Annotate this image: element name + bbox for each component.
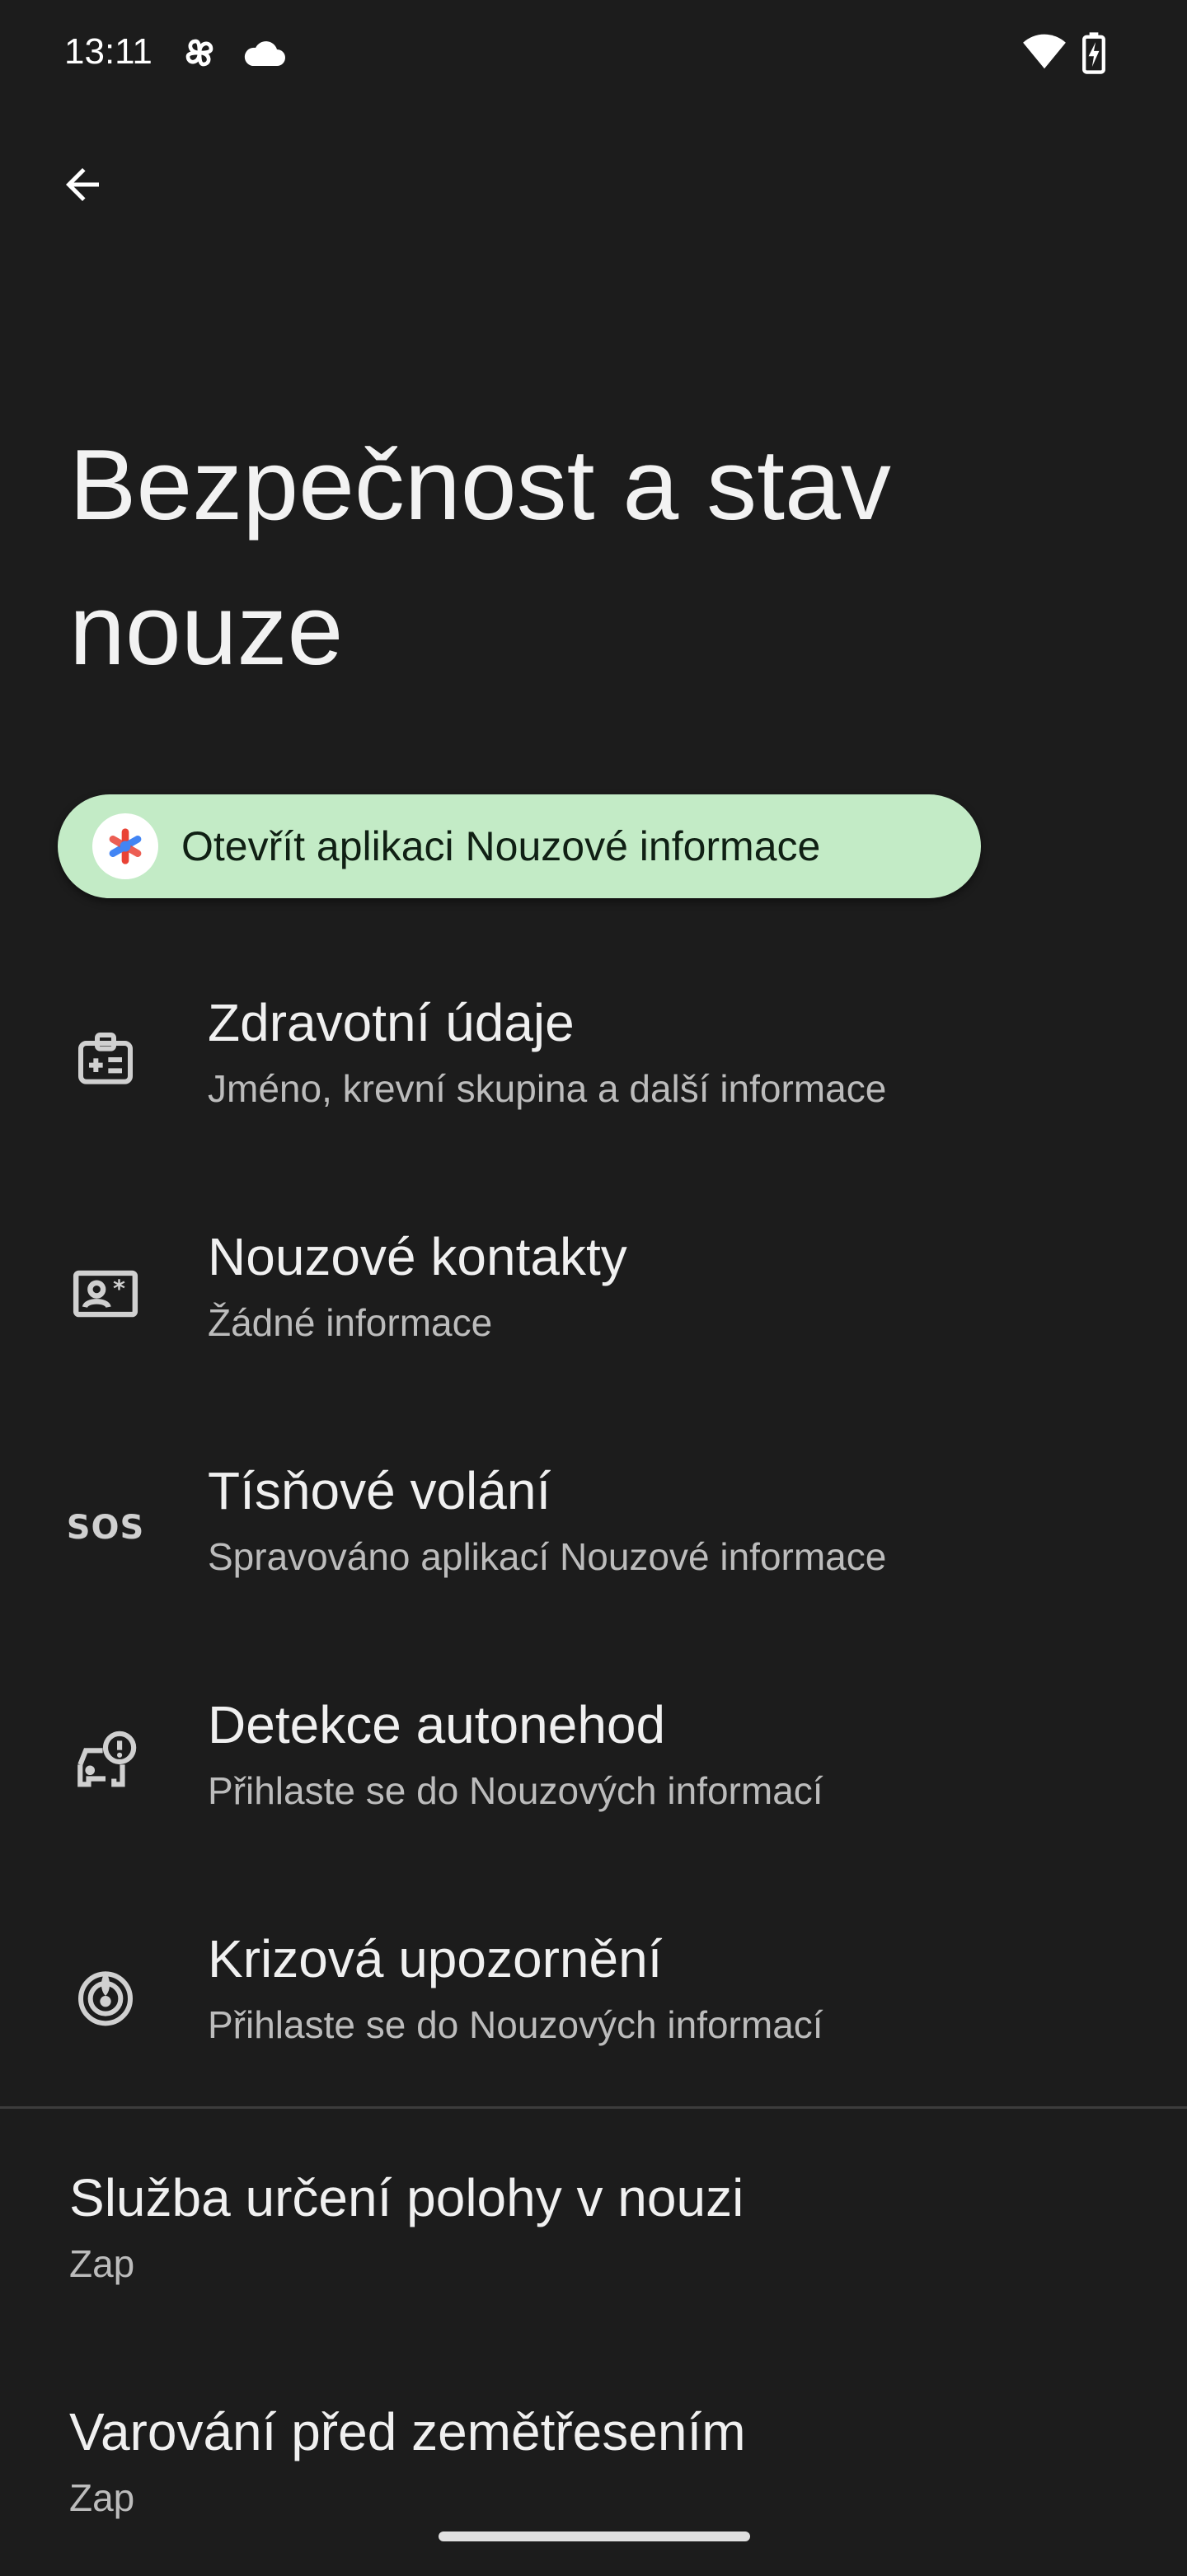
setting-value: Zap <box>69 2242 135 2285</box>
item-subtitle: Přihlaste se do Nouzových informací <box>208 1769 823 1812</box>
item-title: Tísňové volání <box>208 1461 551 1520</box>
item-subtitle: Jméno, krevní skupina a další informace <box>208 1067 887 1110</box>
svg-text:*: * <box>113 1275 125 1303</box>
list-item-crisis-alerts[interactable]: Krizová upozornění Přihlaste se do Nouzo… <box>0 1879 1187 2113</box>
setting-emergency-location-service[interactable]: Služba určení polohy v nouzi Zap <box>0 2108 1187 2342</box>
car-crash-icon <box>66 1722 145 1801</box>
emergency-info-app-icon <box>92 813 158 879</box>
sos-icon: SOS <box>66 1488 145 1567</box>
page-title: Bezpečnost a stav nouze <box>69 429 891 686</box>
sos-icon-text: SOS <box>66 1509 145 1547</box>
gesture-nav-handle[interactable] <box>439 2532 750 2541</box>
setting-title: Varování před zemětřesením <box>69 2402 746 2461</box>
setting-value: Zap <box>69 2476 135 2519</box>
item-subtitle: Spravováno aplikací Nouzové informace <box>208 1535 887 1578</box>
list-item-emergency-contacts[interactable]: * Nouzové kontakty Žádné informace <box>0 1177 1187 1411</box>
status-time: 13:11 <box>64 31 152 72</box>
battery-charging-icon <box>1081 31 1106 78</box>
arrow-back-icon <box>58 160 107 213</box>
status-bar: 13:11 <box>0 0 1187 107</box>
chip-label: Otevřít aplikaci Nouzové informace <box>181 823 821 869</box>
cloud-icon <box>241 36 287 73</box>
pinwheel-icon <box>176 30 223 80</box>
item-subtitle: Přihlaste se do Nouzových informací <box>208 2003 823 2046</box>
list-item-emergency-sos[interactable]: SOS Tísňové volání Spravováno aplikací N… <box>0 1411 1187 1645</box>
item-title: Nouzové kontakty <box>208 1227 627 1286</box>
list-item-medical-info[interactable]: Zdravotní údaje Jméno, krevní skupina a … <box>0 943 1187 1177</box>
wifi-icon <box>1022 33 1067 75</box>
crisis-alert-icon <box>66 1956 145 2035</box>
item-title: Zdravotní údaje <box>208 993 575 1052</box>
setting-title: Služba určení polohy v nouzi <box>69 2168 744 2227</box>
open-emergency-info-chip[interactable]: Otevřít aplikaci Nouzové informace <box>58 794 981 898</box>
list-item-car-crash-detection[interactable]: Detekce autonehod Přihlaste se do Nouzov… <box>0 1645 1187 1879</box>
back-button[interactable] <box>43 147 122 226</box>
contact-card-icon: * <box>66 1254 145 1333</box>
item-subtitle: Žádné informace <box>208 1301 493 1344</box>
medical-id-icon <box>66 1020 145 1099</box>
item-title: Detekce autonehod <box>208 1695 666 1754</box>
item-title: Krizová upozornění <box>208 1929 663 1988</box>
